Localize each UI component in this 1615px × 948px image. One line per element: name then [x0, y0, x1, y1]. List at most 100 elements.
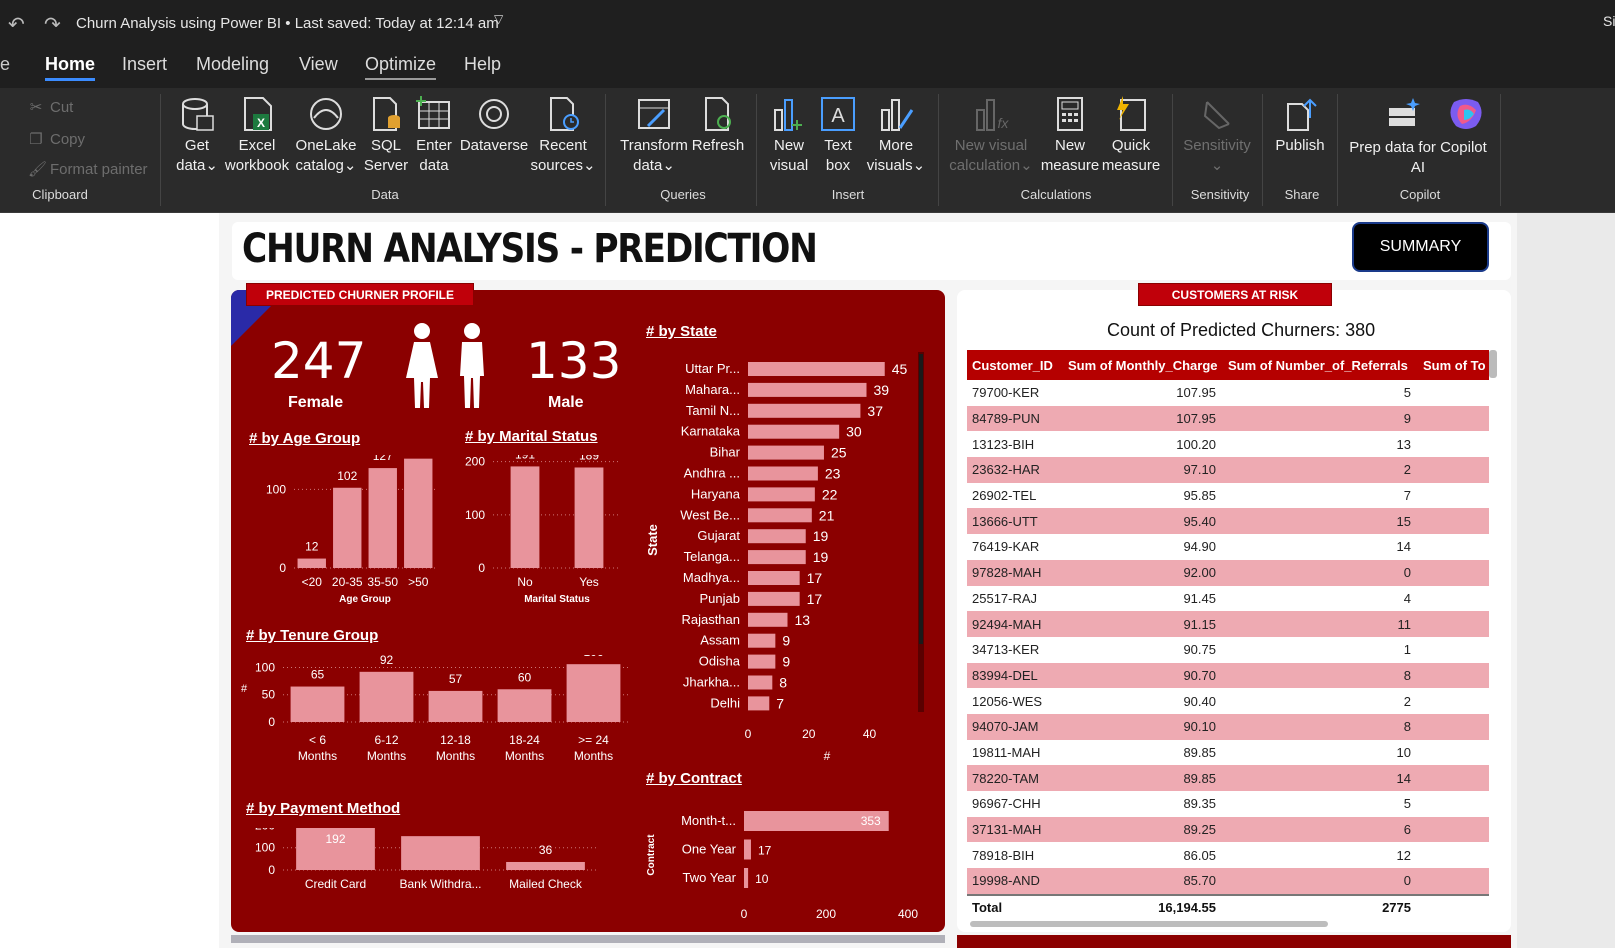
table-row[interactable]: 19811-MAH 89.85 10 — [967, 740, 1489, 766]
tab-view[interactable]: View — [299, 54, 338, 75]
bar[interactable] — [748, 675, 773, 690]
state-chart[interactable]: Uttar Pr... 45 Mahara... 39 Tamil N... 37 Karn… — [640, 350, 930, 770]
monthly-charge-cell: 107.95 — [1176, 411, 1216, 427]
bar[interactable] — [748, 487, 815, 502]
chevron-down-icon[interactable]: ▽ — [494, 12, 503, 26]
user-avatar[interactable]: Si — [1603, 13, 1615, 29]
table-row[interactable]: 78918-BIH 86.05 12 — [967, 842, 1489, 868]
undo-icon[interactable]: ↶ — [8, 12, 25, 37]
table-row[interactable]: 76419-KAR 94.90 14 — [967, 534, 1489, 560]
bar[interactable] — [748, 424, 840, 439]
quick-measure-button[interactable]: Quick measure — [1100, 96, 1162, 176]
bar[interactable] — [368, 468, 397, 568]
table-row[interactable]: 94070-JAM 90.10 8 — [967, 713, 1489, 740]
recent-sources-button[interactable]: Recent sources⌄ — [528, 96, 598, 176]
column-header[interactable]: Sum of To — [1417, 358, 1489, 373]
bar[interactable] — [748, 362, 885, 376]
table-row[interactable]: 13123-BIH 100.20 13 — [967, 431, 1489, 457]
table-row[interactable]: 23632-HAR 97.10 2 — [967, 457, 1489, 483]
sensitivity-button[interactable]: Sensitivity ⌄ — [1180, 96, 1254, 176]
table-row[interactable]: 79700-KER 107.95 5 — [967, 380, 1489, 406]
bar[interactable] — [748, 508, 812, 523]
table-row[interactable]: 83994-DEL 90.70 8 — [967, 662, 1489, 689]
table-row[interactable]: 37131-MAH 89.25 6 — [967, 816, 1489, 843]
table-row[interactable]: 92494-MAH 91.15 11 — [967, 611, 1489, 637]
table-row[interactable]: 78220-TAM 89.85 14 — [967, 765, 1489, 791]
get-data-button[interactable]: Get data⌄ — [172, 96, 222, 176]
tab-insert[interactable]: Insert — [122, 54, 167, 75]
table-row[interactable]: 26902-TEL 95.85 7 — [967, 483, 1489, 509]
bar[interactable] — [748, 403, 861, 418]
bar[interactable] — [510, 466, 540, 568]
redo-icon[interactable]: ↷ — [44, 12, 61, 37]
tab-help[interactable]: Help — [464, 54, 501, 75]
column-header[interactable]: Sum of Number_of_Referrals — [1222, 358, 1417, 373]
bar[interactable] — [748, 382, 867, 397]
bar[interactable] — [428, 690, 483, 722]
bar[interactable] — [297, 558, 326, 568]
bar[interactable] — [748, 571, 800, 585]
prep-data-copilot-button[interactable]: Prep data for Copilot AI — [1346, 96, 1490, 178]
new-visual-calculation-button[interactable]: fx New visual calculation⌄ — [946, 96, 1036, 176]
table-row[interactable]: 34713-KER 90.75 1 — [967, 637, 1489, 663]
bar[interactable] — [748, 654, 776, 669]
text-box-button[interactable]: A Text box — [816, 96, 860, 176]
column-header[interactable]: Customer_ID — [967, 358, 1062, 373]
column-header[interactable]: Sum of Monthly_Charge — [1062, 358, 1222, 373]
sql-server-button[interactable]: SQL Server — [362, 96, 410, 176]
bar[interactable] — [748, 591, 800, 606]
copy-button[interactable]: ❐ Copy — [28, 130, 85, 148]
table-row[interactable]: 25517-RAJ 91.45 4 — [967, 586, 1489, 612]
table-row[interactable]: 19998-AND 85.70 0 — [967, 868, 1489, 894]
tab-home[interactable]: Home — [45, 54, 96, 81]
new-measure-button[interactable]: New measure — [1040, 96, 1100, 176]
refresh-button[interactable]: Refresh — [690, 96, 746, 156]
bar[interactable] — [401, 836, 480, 870]
bar[interactable] — [748, 612, 788, 627]
table-row[interactable]: 96967-CHH 89.35 5 — [967, 791, 1489, 817]
bar[interactable] — [497, 689, 552, 722]
customers-table[interactable]: Customer_ID Sum of Monthly_Charge Sum of… — [967, 350, 1489, 920]
bar[interactable] — [566, 664, 621, 722]
contract-chart[interactable]: Month-t... 353 One Year 17 Two Year 10 0 200 400… — [640, 795, 930, 925]
bar[interactable] — [748, 696, 770, 711]
table-horizontal-scrollbar[interactable] — [970, 921, 1328, 927]
table-row[interactable]: 13666-UTT 95.40 15 — [967, 508, 1489, 535]
table-row[interactable]: 84789-PUN 107.95 9 — [967, 405, 1489, 432]
age-group-chart[interactable]: 010012<2010220-3512735-50139>50Age Group — [238, 455, 448, 625]
tab-modeling[interactable]: Modeling — [196, 54, 269, 75]
cut-button[interactable]: ✂ Cut — [28, 98, 74, 116]
enter-data-button[interactable]: Enter data — [410, 96, 458, 176]
more-visuals-button[interactable]: More visuals⌄ — [862, 96, 930, 176]
dataverse-button[interactable]: Dataverse — [458, 96, 530, 156]
marital-status-chart[interactable]: 0 100 200 191 No 189 Yes Marital Status — [455, 455, 640, 625]
file-tab-edge[interactable]: e — [0, 54, 10, 75]
new-visual-button[interactable]: New visual — [766, 96, 812, 176]
bar[interactable] — [333, 487, 362, 568]
format-painter-button[interactable]: 🖌 Format painter — [28, 160, 148, 178]
table-vertical-scrollbar[interactable] — [1489, 350, 1497, 378]
bar[interactable] — [404, 458, 433, 568]
payment-method-chart[interactable]: 0 100 200 192 Credit Card 152 Bank Withdra... 3… — [238, 828, 638, 928]
bar[interactable] — [359, 671, 414, 722]
bar[interactable] — [744, 868, 749, 888]
bar[interactable] — [574, 467, 604, 568]
excel-workbook-button[interactable]: X Excel workbook — [222, 96, 292, 176]
summary-button[interactable]: SUMMARY — [1352, 222, 1489, 272]
bar[interactable] — [744, 839, 751, 860]
bar[interactable] — [748, 466, 818, 481]
publish-button[interactable]: Publish — [1272, 96, 1328, 156]
table-row[interactable]: 12056-WES 90.40 2 — [967, 688, 1489, 714]
bar[interactable] — [748, 529, 806, 544]
bar[interactable] — [290, 686, 345, 722]
onelake-catalog-button[interactable]: OneLake catalog⌄ — [290, 96, 362, 176]
bar[interactable] — [748, 445, 824, 460]
tenure-group-chart[interactable]: 0 50 100 65 < 6 Months 92 6-12 Months 57 12-18 Mont… — [238, 655, 638, 795]
table-row[interactable]: 97828-MAH 92.00 0 — [967, 559, 1489, 586]
transform-data-button[interactable]: Transform data⌄ — [616, 96, 692, 176]
state-chart-scroll-thumb[interactable] — [919, 354, 923, 644]
bar[interactable] — [506, 861, 585, 870]
bar[interactable] — [748, 550, 806, 565]
bar[interactable] — [748, 633, 776, 648]
tab-optimize[interactable]: Optimize — [365, 54, 437, 80]
